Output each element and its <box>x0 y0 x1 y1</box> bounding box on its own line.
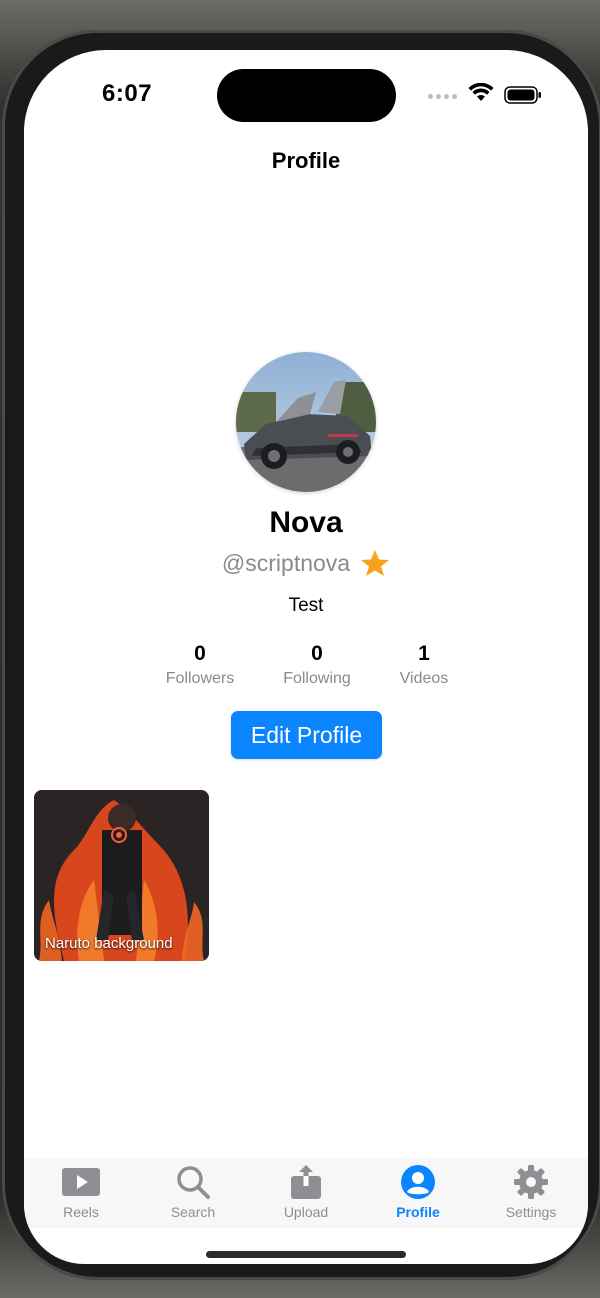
gear-icon <box>514 1165 548 1199</box>
app-screen: 6:07 Profile Nova @scriptnova Test 0 Fol… <box>24 50 588 1264</box>
stat-value: 0 <box>194 642 206 665</box>
profile-stats: 0 Followers 0 Following 1 Videos <box>24 642 588 702</box>
home-indicator <box>206 1251 406 1258</box>
tab-reels[interactable]: Reels <box>31 1164 131 1226</box>
profile-handle: @scriptnova <box>221 549 351 576</box>
edit-profile-button[interactable]: Edit Profile <box>231 711 382 759</box>
avatar-car-image <box>236 352 376 492</box>
stat-value: 1 <box>418 642 430 665</box>
stat-videos[interactable]: 1 Videos <box>359 642 489 688</box>
tab-settings[interactable]: Settings <box>481 1164 581 1226</box>
stat-label: Videos <box>399 670 449 687</box>
avatar[interactable] <box>236 352 376 492</box>
wifi-icon <box>468 83 494 101</box>
page-title: Profile <box>271 148 341 173</box>
tab-label: Settings <box>505 1204 557 1220</box>
tab-label: Profile <box>396 1204 440 1220</box>
person-icon <box>401 1165 435 1199</box>
battery-icon <box>504 86 541 104</box>
play-icon <box>62 1168 100 1196</box>
star-icon <box>361 550 390 576</box>
tab-label: Reels <box>63 1204 99 1220</box>
upload-icon <box>291 1165 321 1199</box>
video-thumbnail[interactable]: Naruto background <box>34 790 209 961</box>
cellular-signal-icon <box>428 94 457 99</box>
tab-label: Search <box>170 1204 216 1220</box>
stat-label: Followers <box>165 670 235 687</box>
stat-followers[interactable]: 0 Followers <box>135 642 265 688</box>
tab-search[interactable]: Search <box>143 1164 243 1226</box>
status-time: 6:07 <box>102 80 153 107</box>
video-caption: Naruto background <box>45 935 173 952</box>
tab-profile[interactable]: Profile <box>368 1164 468 1226</box>
profile-bio: Test <box>288 595 324 616</box>
dynamic-island <box>217 69 396 122</box>
tab-label: Upload <box>283 1204 329 1220</box>
profile-name: Nova <box>269 506 343 539</box>
tab-upload[interactable]: Upload <box>256 1164 356 1226</box>
search-icon <box>177 1166 210 1199</box>
tab-bar: Reels Search Upload Profile Settings <box>24 1158 588 1228</box>
handle-row: @scriptnova <box>24 549 588 577</box>
